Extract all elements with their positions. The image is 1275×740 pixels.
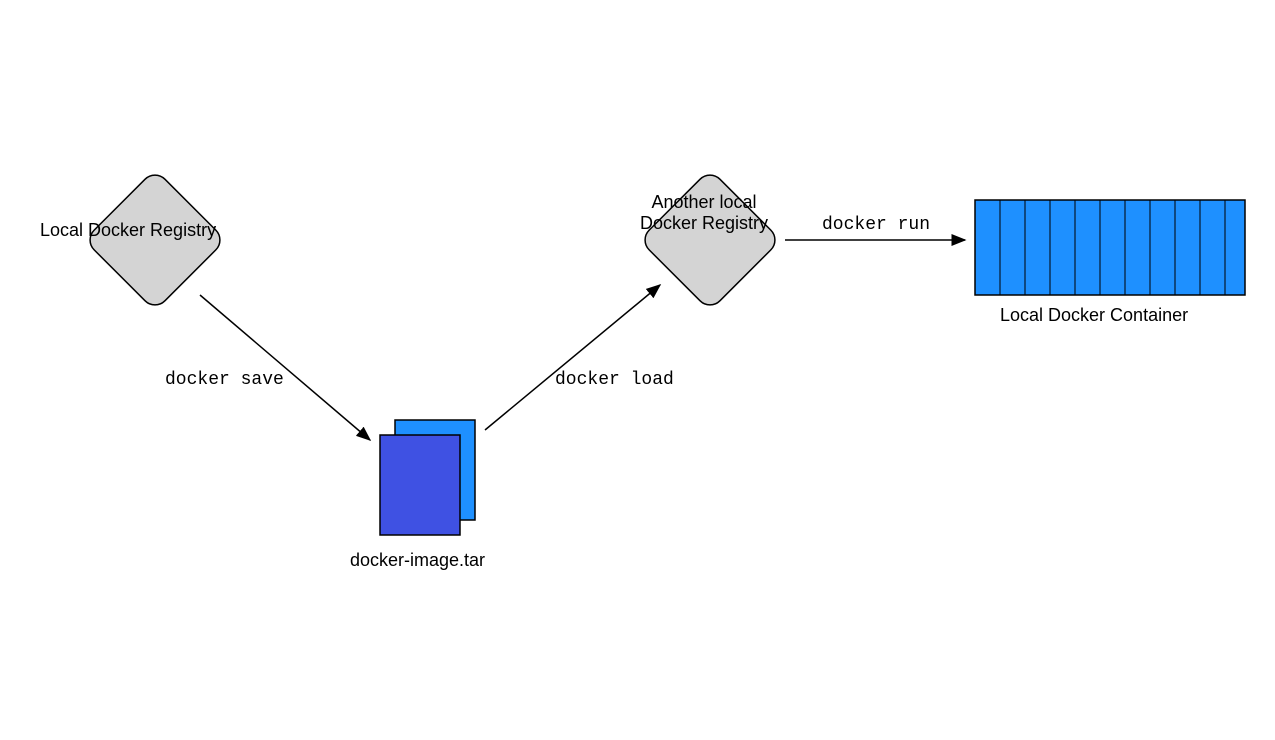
- node-container: [975, 200, 1245, 295]
- label-local-registry: Local Docker Registry: [40, 220, 216, 241]
- label-edge-save: docker save: [165, 370, 284, 390]
- edge-docker-load: [485, 285, 660, 430]
- label-container: Local Docker Container: [1000, 305, 1188, 326]
- label-edge-run: docker run: [822, 215, 930, 235]
- label-tar-file: docker-image.tar: [350, 550, 485, 571]
- label-another-registry-line1: Another local: [640, 192, 768, 213]
- node-another-registry: [639, 169, 780, 310]
- edge-docker-save: [200, 295, 370, 440]
- node-tar-file: [380, 420, 475, 535]
- label-another-registry-line2: Docker Registry: [640, 213, 768, 234]
- label-edge-load: docker load: [555, 370, 674, 390]
